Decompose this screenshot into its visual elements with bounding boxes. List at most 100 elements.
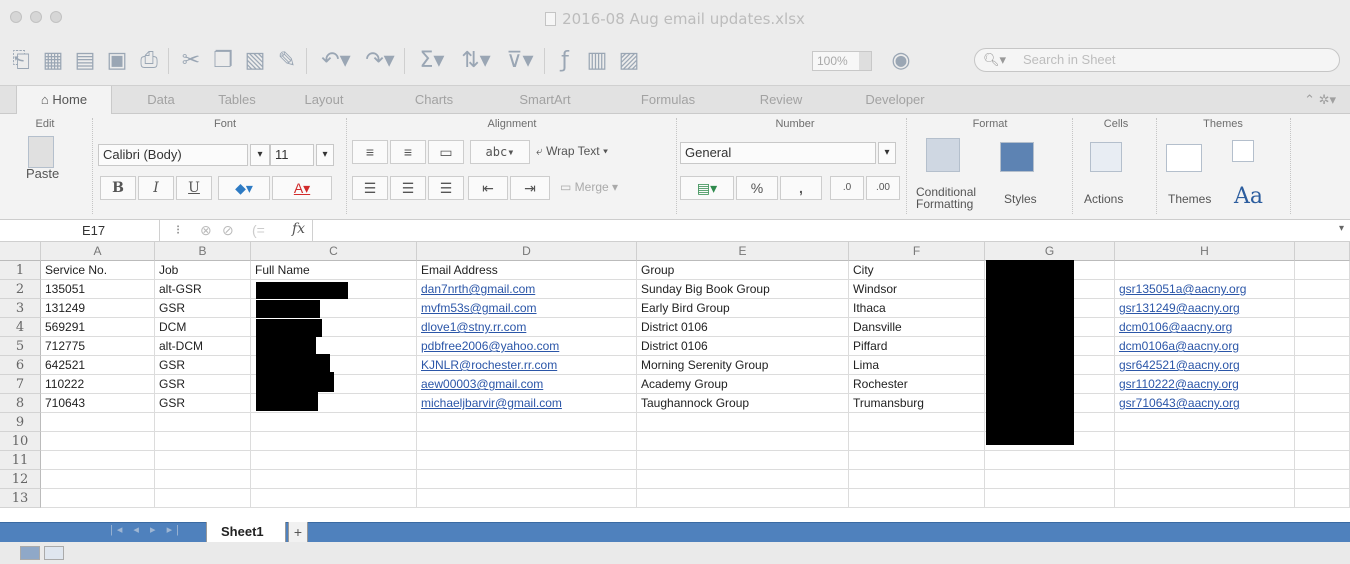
text-orientation-button[interactable]: abc▾ bbox=[470, 140, 530, 164]
table-cell[interactable]: 110222 bbox=[41, 375, 155, 394]
table-cell[interactable] bbox=[1115, 413, 1295, 432]
table-cell[interactable]: gsr110222@aacny.org bbox=[1115, 375, 1295, 394]
table-cell[interactable] bbox=[251, 470, 417, 489]
table-cell[interactable] bbox=[417, 489, 637, 508]
table-cell[interactable] bbox=[41, 432, 155, 451]
fill-color-button[interactable]: ◆▾ bbox=[218, 176, 270, 200]
column-header-g[interactable]: G bbox=[985, 242, 1115, 261]
column-header-a[interactable]: A bbox=[41, 242, 155, 261]
cancel-icon[interactable]: ⊗ bbox=[200, 222, 212, 239]
table-cell[interactable]: Early Bird Group bbox=[637, 299, 849, 318]
align-left-button[interactable]: ☰ bbox=[352, 176, 388, 200]
styles-icon[interactable] bbox=[1000, 142, 1034, 172]
table-cell[interactable]: Morning Serenity Group bbox=[637, 356, 849, 375]
show-hide-icon[interactable]: ▥ bbox=[584, 48, 610, 74]
table-cell[interactable]: gsr642521@aacny.org bbox=[1115, 356, 1295, 375]
font-size-select[interactable]: 11 bbox=[270, 144, 314, 166]
table-cell[interactable] bbox=[985, 451, 1115, 470]
table-cell[interactable] bbox=[1295, 356, 1350, 375]
ribbon-collapse-icon[interactable]: ⌃ ✲▾ bbox=[1304, 92, 1336, 108]
table-cell[interactable]: Sunday Big Book Group bbox=[637, 280, 849, 299]
new-from-template-icon[interactable]: ⎗ bbox=[8, 48, 34, 74]
align-center-button[interactable]: ☰ bbox=[390, 176, 426, 200]
table-cell[interactable]: Trumansburg bbox=[849, 394, 985, 413]
help-icon[interactable]: ◉ bbox=[888, 48, 914, 74]
table-cell[interactable]: Dansville bbox=[849, 318, 985, 337]
formula-builder-icon[interactable]: ƒ bbox=[552, 48, 578, 74]
enter-icon[interactable]: ⊘ bbox=[222, 222, 234, 239]
table-cell[interactable]: Ithaca bbox=[849, 299, 985, 318]
chevron-down-icon[interactable]: ▾ bbox=[316, 144, 334, 166]
open-icon[interactable]: ▤ bbox=[72, 48, 98, 74]
row-header[interactable]: 10 bbox=[0, 432, 41, 451]
table-cell[interactable]: 642521 bbox=[41, 356, 155, 375]
table-cell[interactable] bbox=[1295, 337, 1350, 356]
formula-icon[interactable]: (= bbox=[252, 222, 265, 238]
table-cell[interactable] bbox=[251, 489, 417, 508]
number-format-select[interactable]: General bbox=[680, 142, 876, 164]
name-box[interactable]: E17 bbox=[0, 220, 160, 242]
row-header[interactable]: 11 bbox=[0, 451, 41, 470]
table-cell[interactable]: 712775 bbox=[41, 337, 155, 356]
tab-smartart[interactable]: SmartArt bbox=[486, 86, 604, 114]
chevron-down-icon[interactable]: ▾ bbox=[878, 142, 896, 164]
undo-icon[interactable]: ↶▾ bbox=[316, 48, 356, 74]
column-header-b[interactable]: B bbox=[155, 242, 251, 261]
table-cell[interactable] bbox=[417, 413, 637, 432]
table-cell[interactable]: gsr135051a@aacny.org bbox=[1115, 280, 1295, 299]
table-cell[interactable]: mvfm53s@gmail.com bbox=[417, 299, 637, 318]
tab-review[interactable]: Review bbox=[730, 86, 832, 114]
column-header-d[interactable]: D bbox=[417, 242, 637, 261]
table-cell[interactable] bbox=[637, 470, 849, 489]
column-header-h[interactable]: H bbox=[1115, 242, 1295, 261]
paste-icon[interactable]: ▧ bbox=[242, 48, 268, 74]
table-cell[interactable] bbox=[417, 451, 637, 470]
table-cell[interactable]: GSR bbox=[155, 394, 251, 413]
table-cell[interactable] bbox=[985, 470, 1115, 489]
table-cell[interactable] bbox=[637, 489, 849, 508]
table-cell[interactable] bbox=[155, 489, 251, 508]
table-cell[interactable]: District 0106 bbox=[637, 337, 849, 356]
zoom-select[interactable]: 100% bbox=[812, 51, 872, 71]
themes-button[interactable]: Themes bbox=[1168, 192, 1211, 206]
row-header[interactable]: 2 bbox=[0, 280, 41, 299]
table-cell[interactable] bbox=[155, 451, 251, 470]
table-cell[interactable] bbox=[1295, 489, 1350, 508]
table-cell[interactable]: gsr710643@aacny.org bbox=[1115, 394, 1295, 413]
table-cell[interactable]: District 0106 bbox=[637, 318, 849, 337]
new-workbook-icon[interactable]: ▦ bbox=[40, 48, 66, 74]
styles-button[interactable]: Styles bbox=[1004, 192, 1037, 206]
table-cell[interactable] bbox=[1295, 375, 1350, 394]
theme-fonts-button[interactable]: Aa bbox=[1234, 184, 1263, 209]
search-input[interactable]: 🔍︎▾ Search in Sheet bbox=[974, 48, 1340, 72]
decrease-indent-button[interactable]: ⇤ bbox=[468, 176, 508, 200]
table-cell[interactable] bbox=[155, 413, 251, 432]
table-cell[interactable] bbox=[849, 470, 985, 489]
table-cell[interactable] bbox=[1295, 451, 1350, 470]
table-cell[interactable]: Taughannock Group bbox=[637, 394, 849, 413]
theme-colors-icon[interactable] bbox=[1232, 140, 1254, 162]
table-cell[interactable] bbox=[637, 451, 849, 470]
table-cell[interactable]: 131249 bbox=[41, 299, 155, 318]
table-cell[interactable] bbox=[251, 432, 417, 451]
table-cell[interactable] bbox=[251, 451, 417, 470]
table-cell[interactable] bbox=[41, 470, 155, 489]
table-cell[interactable] bbox=[41, 451, 155, 470]
table-cell[interactable]: gsr131249@aacny.org bbox=[1115, 299, 1295, 318]
tab-home[interactable]: ⌂ Home bbox=[16, 86, 112, 114]
row-header[interactable]: 1 bbox=[0, 261, 41, 280]
header-cell[interactable] bbox=[1115, 261, 1295, 280]
table-cell[interactable] bbox=[155, 432, 251, 451]
normal-view-icon[interactable] bbox=[20, 546, 40, 560]
table-cell[interactable] bbox=[41, 413, 155, 432]
row-header[interactable]: 12 bbox=[0, 470, 41, 489]
table-cell[interactable] bbox=[1295, 432, 1350, 451]
bold-button[interactable]: B bbox=[100, 176, 136, 200]
name-box-stepper[interactable]: ⁝ bbox=[176, 222, 180, 238]
tab-charts[interactable]: Charts bbox=[386, 86, 482, 114]
column-header-c[interactable]: C bbox=[251, 242, 417, 261]
table-cell[interactable] bbox=[417, 470, 637, 489]
row-header[interactable]: 9 bbox=[0, 413, 41, 432]
table-cell[interactable]: Lima bbox=[849, 356, 985, 375]
column-header-e[interactable]: E bbox=[637, 242, 849, 261]
